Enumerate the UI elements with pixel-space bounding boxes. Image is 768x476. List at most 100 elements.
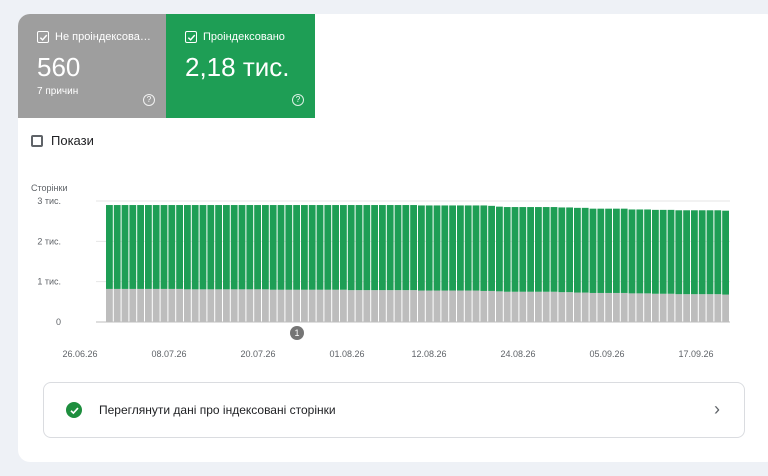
bar-indexed [535, 207, 542, 292]
bar-not-indexed [199, 289, 207, 322]
bar-indexed [191, 205, 199, 290]
bar-indexed [683, 210, 690, 295]
bar-indexed [168, 205, 176, 289]
bar-indexed [410, 205, 417, 291]
bar-not-indexed [519, 291, 527, 322]
x-axis-ticks: 26.06.26 08.07.26 20.07.26 01.08.26 12.08.26… [62, 349, 713, 359]
bar-indexed [620, 208, 628, 293]
bar-not-indexed [706, 294, 714, 322]
bar-not-indexed [511, 291, 519, 322]
bar-not-indexed [503, 291, 511, 322]
bar-indexed [581, 207, 589, 293]
bar-not-indexed [277, 289, 285, 322]
bar-not-indexed [659, 293, 667, 322]
bar-indexed [106, 205, 113, 289]
chevron-right-icon: › [714, 399, 720, 419]
bar-not-indexed [394, 290, 402, 322]
check-circle-icon [66, 402, 82, 418]
bar-indexed [433, 205, 441, 291]
help-icon[interactable]: ? [292, 94, 304, 106]
annotation-marker[interactable]: 1 [290, 326, 304, 340]
bar-not-indexed [620, 292, 628, 322]
bar-not-indexed [691, 294, 698, 322]
bar-not-indexed [574, 292, 581, 322]
y-tick-label: 2 тис. [37, 236, 61, 246]
bar-indexed [558, 207, 566, 293]
bar-indexed [488, 205, 495, 291]
bar-indexed [457, 205, 464, 291]
bar-not-indexed [527, 291, 534, 322]
bar-indexed [121, 205, 129, 289]
bar-not-indexed [683, 294, 690, 322]
bar-indexed [223, 205, 230, 290]
bar-indexed [355, 205, 363, 291]
x-tick-label: 01.08.26 [329, 349, 364, 359]
bar-indexed [293, 205, 300, 290]
bar-indexed [340, 205, 347, 290]
bar-indexed [667, 209, 675, 294]
x-tick-label: 24.08.26 [500, 349, 535, 359]
checkbox-checked-icon[interactable] [37, 31, 49, 43]
bar-not-indexed [675, 294, 683, 322]
x-tick-label: 26.06.26 [62, 349, 97, 359]
indexed-pages-link-text: Переглянути дані про індексовані сторінк… [99, 403, 336, 417]
bar-indexed [215, 205, 222, 290]
bar-indexed [449, 205, 456, 291]
bar-not-indexed [238, 289, 246, 322]
bar-not-indexed [652, 293, 659, 322]
bar-not-indexed [191, 289, 199, 322]
x-tick-label: 17.09.26 [678, 349, 713, 359]
bar-not-indexed [558, 292, 566, 322]
bar-not-indexed [636, 293, 644, 322]
bar-not-indexed [613, 292, 620, 322]
bar-indexed [722, 210, 729, 295]
indexed-tile[interactable]: Проіндексовано 2,18 тис. ? [166, 14, 315, 118]
bar-indexed [472, 205, 480, 291]
bar-indexed [659, 209, 667, 294]
bar-not-indexed [324, 289, 332, 322]
bar-indexed [636, 209, 644, 294]
bar-indexed [363, 205, 371, 291]
bar-indexed [184, 205, 191, 290]
bar-indexed [597, 208, 605, 293]
bar-indexed [605, 208, 612, 293]
bar-indexed [527, 207, 534, 292]
bar-not-indexed [269, 289, 277, 322]
indexed-pages-link[interactable]: Переглянути дані про індексовані сторінк… [43, 382, 745, 438]
help-icon[interactable]: ? [143, 94, 155, 106]
bar-not-indexed [301, 289, 308, 322]
bar-indexed [542, 207, 550, 292]
bar-not-indexed [496, 291, 503, 322]
bar-not-indexed [285, 289, 293, 322]
x-tick-label: 05.09.26 [589, 349, 624, 359]
bar-indexed [262, 205, 269, 290]
bar-not-indexed [184, 289, 191, 322]
bar-indexed [324, 205, 332, 290]
bar-not-indexed [106, 288, 113, 322]
bar-not-indexed [293, 289, 300, 322]
bar-not-indexed [223, 289, 230, 322]
bar-not-indexed [402, 290, 410, 322]
bar-indexed [152, 205, 160, 289]
bar-not-indexed [152, 288, 160, 322]
not-indexed-tile[interactable]: Не проіндексова… 560 7 причин ? [18, 14, 166, 118]
checkbox-checked-icon[interactable] [185, 31, 197, 43]
bar-indexed [496, 206, 503, 292]
annotation-label: 1 [294, 328, 299, 338]
bar-indexed [246, 205, 254, 290]
bar-indexed [613, 208, 620, 293]
bar-indexed [519, 207, 527, 292]
bar-not-indexed [332, 289, 339, 322]
bar-not-indexed [347, 290, 355, 322]
bar-not-indexed [566, 292, 573, 322]
bar-indexed [394, 205, 402, 291]
impressions-toggle[interactable]: Покази [31, 133, 94, 148]
indexed-header: Проіндексовано [185, 31, 285, 43]
bar-not-indexed [145, 288, 152, 322]
checkbox-unchecked-icon[interactable] [31, 134, 43, 147]
bar-not-indexed [129, 288, 137, 322]
bar-indexed [464, 205, 472, 291]
bar-indexed [480, 205, 488, 291]
index-coverage-card: Не проіндексова… 560 7 причин ? Проіндек… [18, 14, 768, 462]
bar-not-indexed [207, 289, 215, 322]
